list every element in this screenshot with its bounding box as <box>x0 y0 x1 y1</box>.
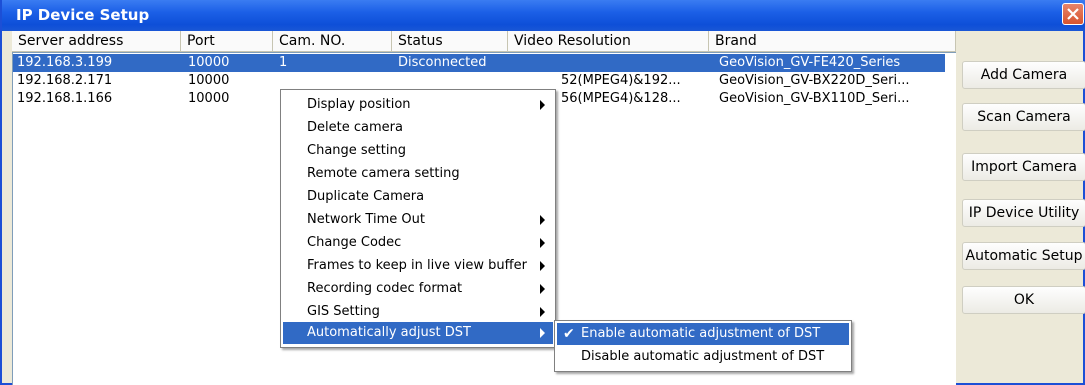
ip-device-utility-button[interactable]: IP Device Utility <box>962 199 1085 227</box>
ok-button[interactable]: OK <box>962 286 1085 314</box>
context-menu: Display position Delete camera Change se… <box>280 89 556 348</box>
menu-item-recording-codec-format[interactable]: Recording codec format <box>283 278 553 300</box>
cell-resolution: 52(MPEG4)&192... <box>561 73 681 88</box>
menu-item-display-position[interactable]: Display position <box>283 94 553 116</box>
chevron-right-icon <box>540 100 545 110</box>
chevron-right-icon <box>540 238 545 248</box>
menu-item-delete-camera[interactable]: Delete camera <box>283 117 553 139</box>
cell-port: 10000 <box>188 91 230 106</box>
cell-port: 10000 <box>188 73 230 88</box>
menu-item-enable-dst[interactable]: ✔ Enable automatic adjustment of DST <box>557 323 849 345</box>
cell-resolution: 56(MPEG4)&128... <box>561 91 681 106</box>
column-header-port[interactable]: Port <box>181 31 273 52</box>
menu-item-automatically-adjust-dst[interactable]: Automatically adjust DST <box>283 322 553 344</box>
cell-brand: GeoVision_GV-FE420_Series <box>719 55 901 70</box>
menu-item-disable-dst[interactable]: Disable automatic adjustment of DST <box>557 346 849 368</box>
table-row[interactable]: 192.168.2.171 10000 52(MPEG4)&192... Geo… <box>13 72 945 90</box>
list-header: Server address Port Cam. NO. Status Vide… <box>12 31 956 53</box>
menu-item-change-setting[interactable]: Change setting <box>283 140 553 162</box>
scan-camera-button[interactable]: Scan Camera <box>962 103 1085 131</box>
add-camera-button[interactable]: Add Camera <box>962 61 1085 89</box>
table-row[interactable]: 192.168.3.199 10000 1 Disconnected GeoVi… <box>13 54 945 72</box>
column-header-status[interactable]: Status <box>392 31 508 52</box>
column-header-brand[interactable]: Brand <box>709 31 956 52</box>
cell-brand: GeoVision_GV-BX110D_Seri... <box>719 91 910 106</box>
menu-item-frames-to-keep[interactable]: Frames to keep in live view buffer <box>283 255 553 277</box>
cell-brand: GeoVision_GV-BX220D_Seri... <box>719 73 910 88</box>
cell-server: 192.168.1.166 <box>17 91 113 106</box>
chevron-right-icon <box>540 261 545 271</box>
column-header-video-resolution[interactable]: Video Resolution <box>508 31 709 52</box>
cell-server: 192.168.3.199 <box>17 55 113 70</box>
cell-cam: 1 <box>279 55 288 70</box>
close-icon <box>1067 8 1079 20</box>
chevron-right-icon <box>540 307 545 317</box>
action-panel: Add Camera Scan Camera Import Camera IP … <box>959 52 1085 385</box>
menu-item-remote-camera-setting[interactable]: Remote camera setting <box>283 163 553 185</box>
column-header-cam-no[interactable]: Cam. NO. <box>273 31 392 52</box>
ip-device-setup-window: IP Device Setup Server address Port Cam.… <box>0 0 1085 385</box>
window-title: IP Device Setup <box>16 6 150 24</box>
cell-port: 10000 <box>188 55 230 70</box>
menu-item-change-codec[interactable]: Change Codec <box>283 232 553 254</box>
chevron-right-icon <box>540 328 545 338</box>
cell-status: Disconnected <box>398 55 487 70</box>
check-icon: ✔ <box>563 326 575 342</box>
automatic-setup-button[interactable]: Automatic Setup <box>962 242 1085 270</box>
title-bar[interactable]: IP Device Setup <box>2 0 1085 31</box>
menu-item-gis-setting[interactable]: GIS Setting <box>283 301 553 323</box>
import-camera-button[interactable]: Import Camera <box>962 153 1085 181</box>
chevron-right-icon <box>540 215 545 225</box>
chevron-right-icon <box>540 284 545 294</box>
column-header-server-address[interactable]: Server address <box>12 31 181 52</box>
menu-item-network-time-out[interactable]: Network Time Out <box>283 209 553 231</box>
cell-server: 192.168.2.171 <box>17 73 113 88</box>
close-button[interactable] <box>1062 3 1084 25</box>
dst-submenu: ✔ Enable automatic adjustment of DST Disa… <box>554 320 852 372</box>
menu-item-duplicate-camera[interactable]: Duplicate Camera <box>283 186 553 208</box>
